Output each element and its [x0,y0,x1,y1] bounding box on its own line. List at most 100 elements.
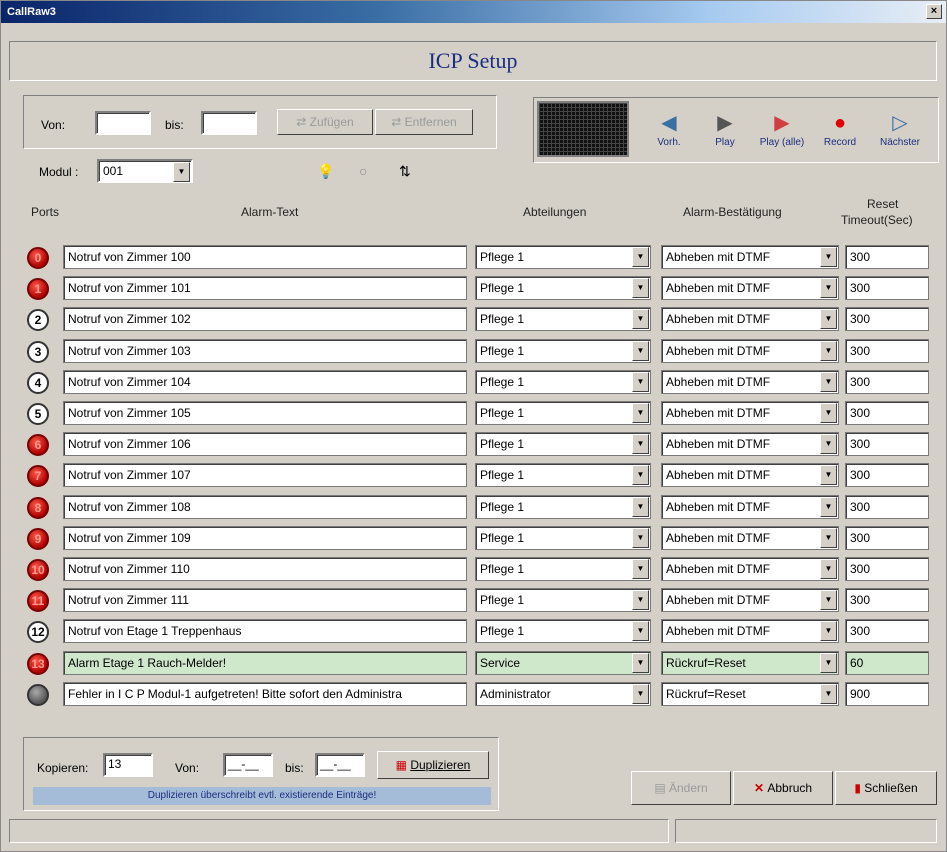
bestaetigung-select[interactable]: Abheben mit DTMF ▼ [661,494,839,519]
chevron-down-icon[interactable]: ▼ [820,590,837,611]
record-control[interactable]: ● Record [817,109,863,148]
bestaetigung-select[interactable]: Abheben mit DTMF ▼ [661,338,839,363]
chevron-down-icon[interactable]: ▼ [820,621,837,642]
chevron-down-icon[interactable]: ▼ [632,652,649,673]
bestaetigung-select[interactable]: Abheben mit DTMF ▼ [661,276,839,301]
port-indicator[interactable]: 3 [27,340,49,363]
chevron-down-icon[interactable]: ▼ [632,434,649,455]
abteilung-select[interactable]: Pflege 1 ▼ [475,557,651,581]
chevron-down-icon[interactable]: ▼ [632,309,649,330]
bestaetigung-select[interactable]: Abheben mit DTMF ▼ [661,463,839,488]
alarm-text-input[interactable]: Notruf von Zimmer 108 [63,494,467,519]
abteilung-select[interactable]: Pflege 1 ▼ [475,463,651,488]
bestaetigung-select[interactable]: Abheben mit DTMF ▼ [661,525,839,550]
chevron-down-icon[interactable]: ▼ [632,590,649,611]
timeout-input[interactable]: 300 [845,432,929,457]
next-control[interactable]: ▷ Nächster [871,109,929,148]
alarm-text-input[interactable]: Notruf von Zimmer 107 [63,463,467,488]
alarm-text-input[interactable]: Notruf von Zimmer 111 [63,588,467,613]
bis-input[interactable] [201,111,257,135]
chevron-down-icon[interactable]: ▼ [632,496,649,517]
port-indicator[interactable]: 2 [27,309,49,332]
chevron-down-icon[interactable]: ▼ [820,559,837,579]
timeout-input[interactable]: 300 [845,338,929,363]
chevron-down-icon[interactable]: ▼ [820,652,837,673]
port-indicator[interactable]: 6 [27,434,49,457]
bestaetigung-select[interactable]: Abheben mit DTMF ▼ [661,245,839,269]
chevron-down-icon[interactable]: ▼ [632,465,649,486]
alarm-text-input[interactable]: Notruf von Zimmer 102 [63,307,467,332]
bestaetigung-select[interactable]: Abheben mit DTMF ▼ [661,619,839,644]
chevron-down-icon[interactable]: ▼ [820,496,837,517]
timeout-input[interactable]: 300 [845,307,929,332]
alarm-text-input[interactable]: Notruf von Zimmer 103 [63,338,467,363]
chevron-down-icon[interactable]: ▼ [632,621,649,642]
bestaetigung-select[interactable]: Abheben mit DTMF ▼ [661,432,839,457]
bestaetigung-select[interactable]: Rückruf=Reset ▼ [661,681,839,706]
chevron-down-icon[interactable]: ▼ [820,309,837,330]
timeout-input[interactable]: 300 [845,494,929,519]
timeout-input[interactable]: 300 [845,588,929,613]
chevron-down-icon[interactable]: ▼ [820,247,837,267]
aendern-button[interactable]: ▤ Ändern [631,771,731,805]
alarm-text-input[interactable]: Notruf von Zimmer 110 [63,557,467,581]
bestaetigung-select[interactable]: Abheben mit DTMF ▼ [661,557,839,581]
bulb-on-icon[interactable]: 💡 [317,163,334,180]
copy-von-input[interactable]: __-__ [223,753,273,777]
port-indicator[interactable]: 8 [27,496,49,519]
port-indicator[interactable]: 7 [27,465,49,488]
chevron-down-icon[interactable]: ▼ [632,340,649,361]
chevron-down-icon[interactable]: ▼ [632,527,649,548]
alarm-text-input[interactable]: Notruf von Zimmer 100 [63,245,467,269]
port-indicator[interactable]: 10 [27,559,49,581]
chevron-down-icon[interactable]: ▼ [820,527,837,548]
bulb-off-icon[interactable]: ○ [359,163,367,179]
timeout-input[interactable]: 900 [845,681,929,706]
timeout-input[interactable]: 300 [845,369,929,394]
play-all-control[interactable]: ▶ Play (alle) [751,109,813,148]
chevron-down-icon[interactable]: ▼ [820,403,837,423]
alarm-text-input[interactable]: Alarm Etage 1 Rauch-Melder! [63,650,467,675]
port-indicator[interactable]: 9 [27,527,49,550]
chevron-down-icon[interactable]: ▼ [820,683,837,704]
timeout-input[interactable]: 300 [845,245,929,269]
bestaetigung-select[interactable]: Rückruf=Reset ▼ [661,650,839,675]
play-control[interactable]: ▶ Play [705,109,745,148]
abteilung-select[interactable]: Pflege 1 ▼ [475,307,651,332]
bestaetigung-select[interactable]: Abheben mit DTMF ▼ [661,401,839,425]
abteilung-select[interactable]: Pflege 1 ▼ [475,401,651,425]
timeout-input[interactable]: 300 [845,401,929,425]
alarm-text-input[interactable]: Notruf von Zimmer 104 [63,369,467,394]
copy-bis-input[interactable]: __-__ [315,753,365,777]
bestaetigung-select[interactable]: Abheben mit DTMF ▼ [661,369,839,394]
port-indicator[interactable] [27,683,49,706]
chevron-down-icon[interactable]: ▼ [632,559,649,579]
chevron-down-icon[interactable]: ▼ [632,683,649,704]
prev-control[interactable]: ◀ Vorh. [649,109,689,148]
close-button[interactable]: × [926,4,942,19]
add-button[interactable]: ⇄ Zufügen [277,109,373,135]
abteilung-select[interactable]: Pflege 1 ▼ [475,619,651,644]
alarm-text-input[interactable]: Fehler in I C P Modul-1 aufgetreten! Bit… [63,681,467,706]
timeout-input[interactable]: 300 [845,619,929,644]
timeout-input[interactable]: 300 [845,463,929,488]
chevron-down-icon[interactable]: ▼ [632,403,649,423]
chevron-down-icon[interactable]: ▼ [820,465,837,486]
abteilung-select[interactable]: Administrator ▼ [475,681,651,706]
alarm-text-input[interactable]: Notruf von Zimmer 106 [63,432,467,457]
abbruch-button[interactable]: ✕ Abbruch [733,771,833,805]
port-indicator[interactable]: 5 [27,403,49,425]
transfer-icon[interactable]: ⇅ [399,163,411,180]
chevron-down-icon[interactable]: ▼ [632,371,649,392]
chevron-down-icon[interactable]: ▼ [820,434,837,455]
von-input[interactable] [95,111,151,135]
chevron-down-icon[interactable]: ▼ [820,371,837,392]
port-indicator[interactable]: 0 [27,247,49,269]
abteilung-select[interactable]: Pflege 1 ▼ [475,245,651,269]
remove-button[interactable]: ⇄ Entfernen [375,109,473,135]
alarm-text-input[interactable]: Notruf von Zimmer 105 [63,401,467,425]
port-indicator[interactable]: 4 [27,371,49,394]
bestaetigung-select[interactable]: Abheben mit DTMF ▼ [661,588,839,613]
alarm-text-input[interactable]: Notruf von Zimmer 101 [63,276,467,301]
timeout-input[interactable]: 60 [845,650,929,675]
